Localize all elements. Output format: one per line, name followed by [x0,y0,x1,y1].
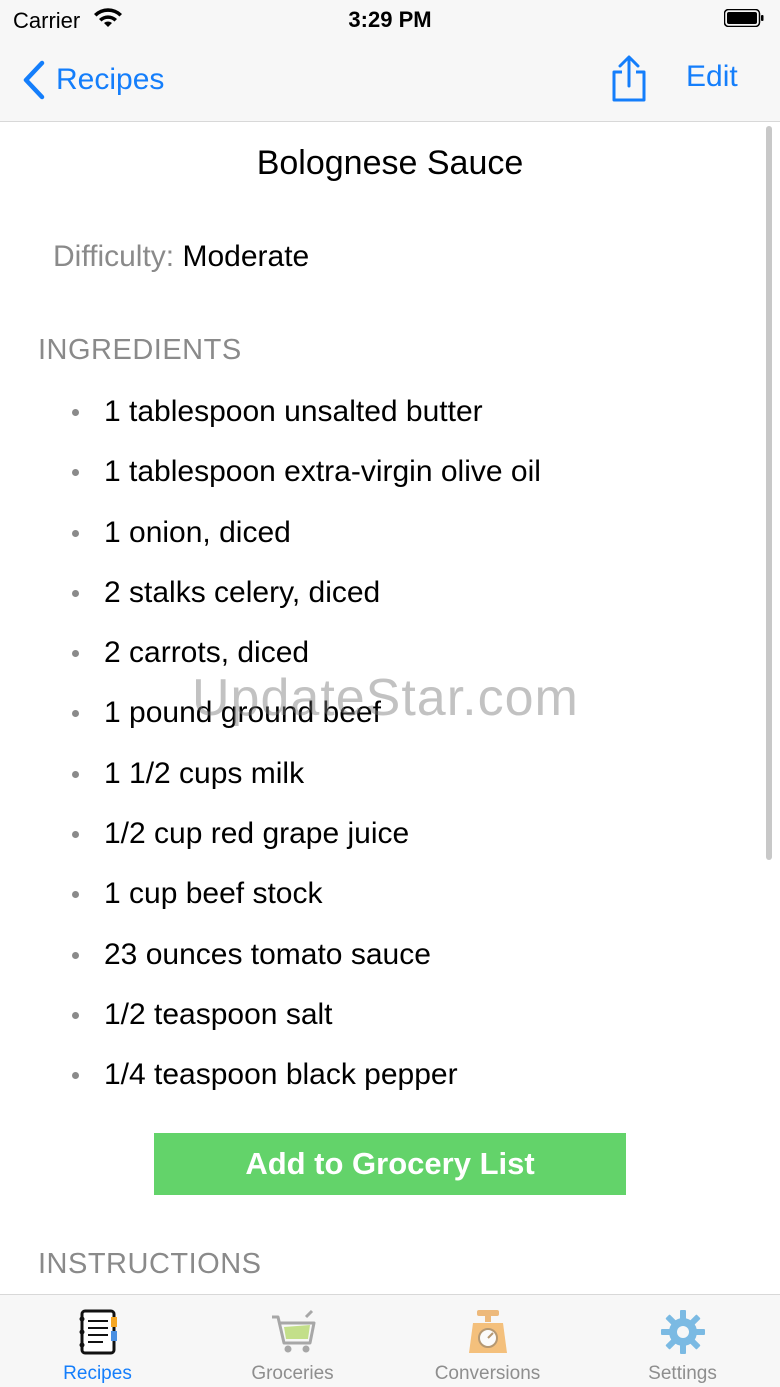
bullet-icon [72,409,79,416]
ingredient-text: 2 stalks celery, diced [104,575,381,609]
notebook-icon [79,1309,117,1355]
tab-settings[interactable]: Settings [585,1295,780,1387]
ingredient-item: 1 cup beef stock [0,864,760,924]
ingredient-item: 1 1/2 cups milk [0,744,760,804]
ingredient-item: 23 ounces tomato sauce [0,925,760,985]
ingredient-item: 1 pound ground beef [0,683,760,743]
ingredient-text: 2 carrots, diced [104,636,310,670]
ingredient-item: 2 carrots, diced [0,623,760,683]
bullet-icon [72,770,79,778]
edit-button[interactable]: Edit [686,60,738,94]
tab-label: Recipes [63,1363,132,1384]
scroll-indicator [766,126,772,860]
ingredient-text: 1 pound ground beef [104,696,381,730]
difficulty-label: Difficulty: [53,240,175,273]
back-button-label: Recipes [56,63,165,96]
ingredient-text: 1 tablespoon unsalted butter [104,395,483,428]
ingredient-text: 1/2 cup red grape juice [104,817,410,851]
chevron-left-icon [23,60,45,100]
share-icon[interactable] [608,54,650,104]
recipe-title: Bolognese Sauce [256,144,524,182]
ingredient-text: 23 ounces tomato sauce [104,937,431,971]
bullet-icon [72,951,79,959]
bullet-icon [72,650,79,658]
battery-icon [724,9,764,27]
difficulty-row: Difficulty: Moderate [53,240,309,274]
instructions-header: INSTRUCTIONS [38,1248,262,1280]
ingredients-list: 1 tablespoon unsalted butter 1 tablespoo… [0,382,760,1106]
ingredients-header: INGREDIENTS [38,334,242,366]
bullet-icon [72,831,79,839]
ingredient-text: 1 tablespoon extra-virgin olive oil [104,455,541,489]
bullet-icon [72,1011,79,1019]
tab-label: Conversions [434,1363,541,1384]
tab-conversions[interactable]: Conversions [390,1295,585,1387]
ingredient-item: 1 tablespoon unsalted butter [0,382,760,442]
add-to-grocery-list-button[interactable]: Add to Grocery List [154,1133,626,1195]
tab-label: Settings [648,1363,717,1384]
ingredient-text: 1 1/2 cups milk [104,756,305,790]
ingredient-item: 2 stalks celery, diced [0,563,760,623]
recipe-detail-screen: Carrier 3:29 PM Recipes Edit Bolognese S… [0,0,780,1387]
ingredient-item: 1/2 teaspoon salt [0,985,760,1045]
bullet-icon [72,710,79,718]
ingredient-text: 1 cup beef stock [104,877,323,911]
ingredient-item: 1 tablespoon extra-virgin olive oil [0,442,760,502]
ingredient-item: 1/4 teaspoon black pepper [0,1045,760,1105]
tab-recipes[interactable]: Recipes [0,1295,195,1387]
status-bar: Carrier 3:29 PM [0,0,780,40]
tab-label: Groceries [251,1363,334,1384]
ingredient-text: 1 onion, diced [104,515,291,549]
status-time: 3:29 PM [348,7,432,32]
tab-groceries[interactable]: Groceries [195,1295,390,1387]
tab-bar: Recipes Groceries Conversions Settings [0,1294,780,1387]
ingredient-text: 1/4 teaspoon black pepper [104,1058,458,1092]
difficulty-value: Moderate [182,240,310,273]
kitchen-scale-icon [468,1310,507,1353]
ingredient-item: 1 onion, diced [0,503,760,563]
recipe-content[interactable]: Bolognese Sauce Difficulty: Moderate ING… [0,122,780,1294]
bullet-icon [72,529,79,537]
bullet-icon [72,469,79,477]
back-button[interactable]: Recipes [22,58,164,102]
ingredient-item: 1/2 cup red grape juice [0,804,760,864]
navigation-bar: Recipes Edit [0,40,780,122]
shopping-cart-icon [271,1309,315,1353]
bullet-icon [72,891,79,899]
ingredient-text: 1/2 teaspoon salt [104,997,333,1031]
bullet-icon [72,1072,79,1080]
bullet-icon [72,589,79,597]
gear-icon [660,1310,705,1354]
